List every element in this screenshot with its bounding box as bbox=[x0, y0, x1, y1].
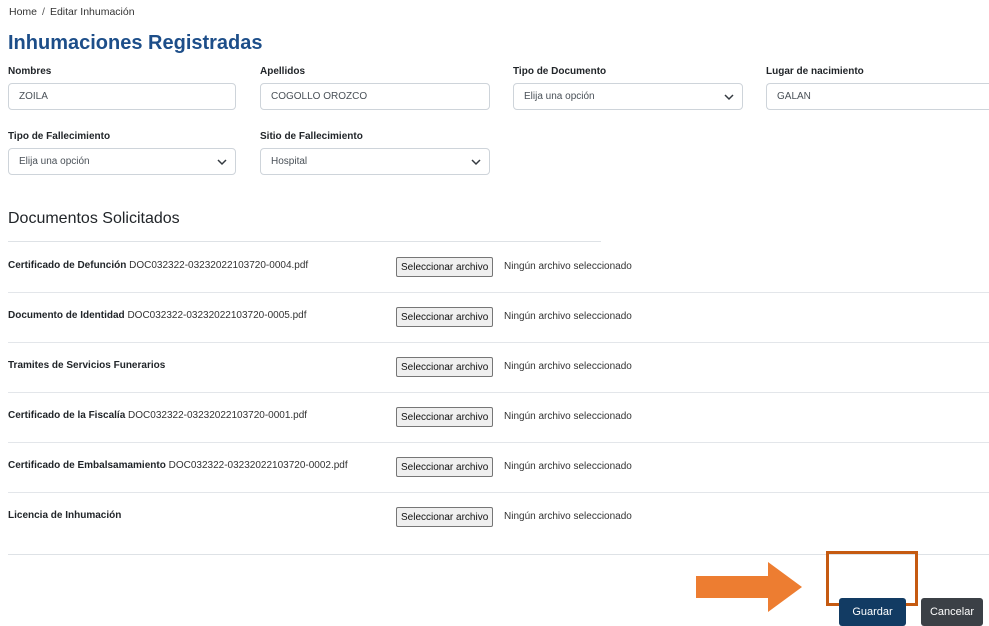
select-file-button[interactable]: Seleccionar archivo bbox=[396, 357, 494, 377]
lugar-nacimiento-field: Lugar de nacimiento GALAN bbox=[766, 66, 989, 110]
tipo-fallecimiento-field: Tipo de Fallecimiento Elija una opción bbox=[8, 131, 236, 175]
section-divider bbox=[8, 241, 601, 242]
document-row-tramites-servicios-funerarios: Tramites de Servicios Funerarios Selecci… bbox=[8, 343, 989, 393]
document-row-documento-identidad: Documento de Identidad DOC032322-0323202… bbox=[8, 293, 989, 343]
tipo-documento-label: Tipo de Documento bbox=[513, 66, 607, 77]
document-filename: DOC032322-03232022103720-0005.pdf bbox=[127, 310, 307, 321]
file-status: Ningún archivo seleccionado bbox=[504, 411, 632, 422]
documents-section-title: Documentos Solicitados bbox=[8, 210, 180, 227]
tipo-fallecimiento-label: Tipo de Fallecimiento bbox=[8, 131, 111, 142]
apellidos-input[interactable]: COGOLLO OROZCO bbox=[260, 83, 490, 110]
select-file-button[interactable]: Seleccionar archivo bbox=[396, 407, 494, 427]
select-file-button[interactable]: Seleccionar archivo bbox=[396, 507, 494, 527]
breadcrumb-current: Editar Inhumación bbox=[49, 6, 135, 18]
breadcrumb: Home / Editar Inhumación bbox=[9, 6, 135, 18]
document-label: Tramites de Servicios Funerarios bbox=[8, 360, 166, 371]
document-filename: DOC032322-03232022103720-0004.pdf bbox=[129, 260, 309, 271]
breadcrumb-separator: / bbox=[42, 6, 45, 18]
breadcrumb-home-link[interactable]: Home bbox=[9, 6, 37, 18]
lugar-nacimiento-label: Lugar de nacimiento bbox=[766, 66, 864, 77]
tipo-documento-select[interactable]: Elija una opción bbox=[513, 83, 743, 110]
sitio-fallecimiento-label: Sitio de Fallecimiento bbox=[260, 131, 363, 142]
sitio-fallecimiento-select[interactable]: Hospital bbox=[260, 148, 490, 175]
tipo-documento-value: Elija una opción bbox=[524, 91, 595, 102]
document-label: Documento de Identidad bbox=[8, 310, 125, 321]
cancel-button[interactable]: Cancelar bbox=[921, 598, 983, 626]
document-filename: DOC032322-03232022103720-0001.pdf bbox=[128, 410, 308, 421]
document-label: Licencia de Inhumación bbox=[8, 510, 122, 521]
apellidos-field: Apellidos COGOLLO OROZCO bbox=[260, 66, 490, 110]
nombres-field: Nombres ZOILA bbox=[8, 66, 236, 110]
chevron-down-icon bbox=[724, 94, 734, 101]
lugar-nacimiento-input[interactable]: GALAN bbox=[766, 83, 989, 110]
file-status: Ningún archivo seleccionado bbox=[504, 361, 632, 372]
arrow-right-icon bbox=[696, 562, 802, 612]
document-filename: DOC032322-03232022103720-0002.pdf bbox=[168, 460, 348, 471]
document-row-certificado-defuncion: Certificado de Defunción DOC032322-03232… bbox=[8, 243, 989, 293]
nombres-input[interactable]: ZOILA bbox=[8, 83, 236, 110]
page-title: Inhumaciones Registradas bbox=[8, 32, 263, 54]
document-row-certificado-fiscalia: Certificado de la Fiscalía DOC032322-032… bbox=[8, 393, 989, 443]
nombres-label: Nombres bbox=[8, 66, 52, 77]
document-row-certificado-embalsamamiento: Certificado de Embalsamamiento DOC032322… bbox=[8, 443, 989, 493]
sitio-fallecimiento-field: Sitio de Fallecimiento Hospital bbox=[260, 131, 490, 175]
document-row-licencia-inhumacion: Licencia de Inhumación Seleccionar archi… bbox=[8, 493, 989, 543]
document-label: Certificado de Defunción bbox=[8, 260, 127, 271]
document-label: Certificado de la Fiscalía bbox=[8, 410, 126, 421]
file-status: Ningún archivo seleccionado bbox=[504, 311, 632, 322]
tipo-documento-field: Tipo de Documento Elija una opción bbox=[513, 66, 743, 110]
select-file-button[interactable]: Seleccionar archivo bbox=[396, 457, 494, 477]
select-file-button[interactable]: Seleccionar archivo bbox=[396, 307, 494, 327]
file-status: Ningún archivo seleccionado bbox=[504, 261, 632, 272]
document-label: Certificado de Embalsamamiento bbox=[8, 460, 166, 471]
select-file-button[interactable]: Seleccionar archivo bbox=[396, 257, 494, 277]
apellidos-label: Apellidos bbox=[260, 66, 306, 77]
tipo-fallecimiento-select[interactable]: Elija una opción bbox=[8, 148, 236, 175]
tipo-fallecimiento-value: Elija una opción bbox=[19, 156, 90, 167]
sitio-fallecimiento-value: Hospital bbox=[271, 156, 308, 167]
chevron-down-icon bbox=[217, 159, 227, 166]
file-status: Ningún archivo seleccionado bbox=[504, 461, 632, 472]
save-button[interactable]: Guardar bbox=[839, 598, 906, 626]
file-status: Ningún archivo seleccionado bbox=[504, 511, 632, 522]
chevron-down-icon bbox=[471, 159, 481, 166]
